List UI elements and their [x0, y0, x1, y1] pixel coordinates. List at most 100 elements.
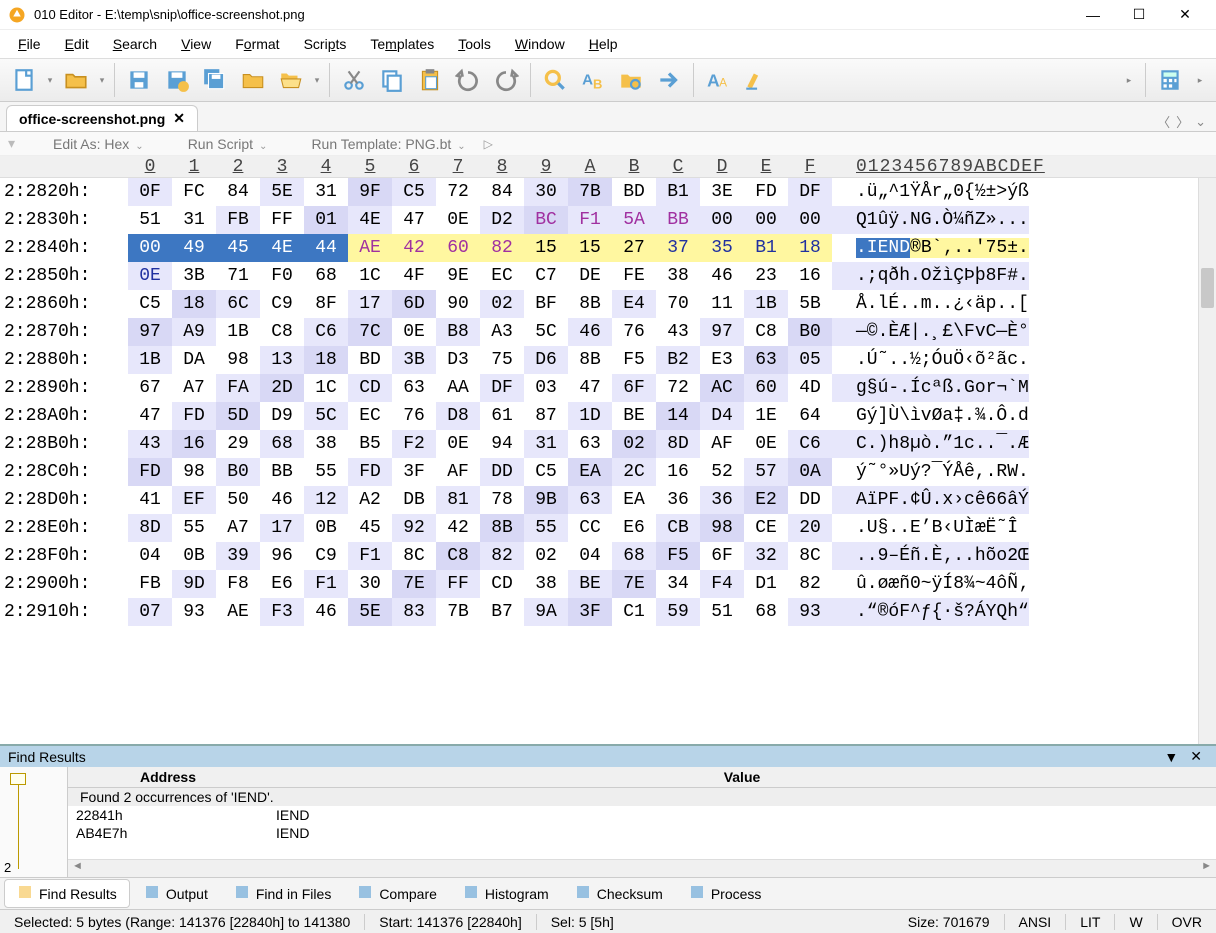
- hex-byte[interactable]: FD: [172, 402, 216, 430]
- hex-byte[interactable]: B5: [348, 430, 392, 458]
- hex-byte[interactable]: 11: [700, 290, 744, 318]
- hex-byte[interactable]: FB: [128, 570, 172, 598]
- hex-byte[interactable]: 0E: [128, 262, 172, 290]
- hex-byte[interactable]: AC: [700, 374, 744, 402]
- hex-byte[interactable]: 81: [436, 486, 480, 514]
- hex-byte[interactable]: DA: [172, 346, 216, 374]
- hex-byte[interactable]: 16: [656, 458, 700, 486]
- hex-byte[interactable]: 1C: [348, 262, 392, 290]
- hex-byte[interactable]: 4E: [348, 206, 392, 234]
- hex-byte[interactable]: 0E: [392, 318, 436, 346]
- hex-byte[interactable]: 1B: [128, 346, 172, 374]
- hex-byte[interactable]: 12: [304, 486, 348, 514]
- hex-byte[interactable]: 0B: [304, 514, 348, 542]
- hex-byte[interactable]: 7C: [348, 318, 392, 346]
- hex-byte[interactable]: 8D: [128, 514, 172, 542]
- hex-ascii[interactable]: g§ú-.Ícªß.Gor¬`M: [832, 374, 1029, 402]
- hex-byte[interactable]: DD: [788, 486, 832, 514]
- hex-byte[interactable]: DD: [480, 458, 524, 486]
- hex-byte[interactable]: C9: [304, 542, 348, 570]
- bottom-tab-histogram[interactable]: Histogram: [451, 880, 561, 907]
- hex-byte[interactable]: 00: [744, 206, 788, 234]
- hex-byte[interactable]: 82: [480, 542, 524, 570]
- hex-byte[interactable]: D1: [744, 570, 788, 598]
- hex-byte[interactable]: 98: [172, 458, 216, 486]
- hex-byte[interactable]: FD: [348, 458, 392, 486]
- hex-byte[interactable]: 72: [436, 178, 480, 206]
- hex-byte[interactable]: 00: [700, 206, 744, 234]
- hex-row[interactable]: 2:2830h:5131FBFF014E470ED2BCF15ABB000000…: [0, 206, 1216, 234]
- hex-byte[interactable]: 5B: [788, 290, 832, 318]
- hex-byte[interactable]: 1B: [216, 318, 260, 346]
- hex-byte[interactable]: 8F: [304, 290, 348, 318]
- hex-byte[interactable]: 87: [524, 402, 568, 430]
- hex-byte[interactable]: A7: [216, 514, 260, 542]
- hex-byte[interactable]: 5C: [524, 318, 568, 346]
- open-folder-button[interactable]: [235, 62, 271, 98]
- hex-byte[interactable]: 0B: [172, 542, 216, 570]
- hex-row[interactable]: 2:2840h:0049454E44AE4260821515273735B118…: [0, 234, 1216, 262]
- tab-list-icon[interactable]: ⌄: [1195, 114, 1206, 130]
- run-template-dropdown[interactable]: Run Template: PNG.bt⌄: [311, 136, 471, 152]
- hex-byte[interactable]: 18: [304, 346, 348, 374]
- menu-search[interactable]: Search: [103, 32, 167, 56]
- hex-byte[interactable]: 6F: [700, 542, 744, 570]
- hex-byte[interactable]: 42: [436, 514, 480, 542]
- hex-byte[interactable]: A7: [172, 374, 216, 402]
- hex-byte[interactable]: C6: [788, 430, 832, 458]
- bottom-tab-find-in-files[interactable]: Find in Files: [222, 880, 343, 907]
- hex-byte[interactable]: 55: [524, 514, 568, 542]
- hex-byte[interactable]: 2D: [260, 374, 304, 402]
- hex-byte[interactable]: 1B: [744, 290, 788, 318]
- hex-col-header[interactable]: B: [612, 157, 656, 177]
- copy-button[interactable]: [374, 62, 410, 98]
- hex-byte[interactable]: BF: [524, 290, 568, 318]
- hex-byte[interactable]: CB: [656, 514, 700, 542]
- hex-ascii[interactable]: Å.lÉ..m..¿‹äp..[: [832, 290, 1029, 318]
- save-all-button[interactable]: [197, 62, 233, 98]
- hex-byte[interactable]: 0E: [436, 206, 480, 234]
- hex-byte[interactable]: 34: [656, 570, 700, 598]
- hex-byte[interactable]: 8B: [568, 346, 612, 374]
- hex-col-header[interactable]: A: [568, 157, 612, 177]
- hex-byte[interactable]: 14: [656, 402, 700, 430]
- replace-button[interactable]: AB: [575, 62, 611, 98]
- hex-byte[interactable]: 23: [744, 262, 788, 290]
- hex-row[interactable]: 2:28D0h:41EF504612A2DB81789B63EA3636E2DD…: [0, 486, 1216, 514]
- toolbar-overflow-2[interactable]: ▸: [1190, 75, 1210, 86]
- hex-byte[interactable]: 0A: [788, 458, 832, 486]
- hex-ascii[interactable]: .“®óF^ƒ{·š?ÁYQh“: [832, 598, 1029, 626]
- hex-byte[interactable]: 15: [568, 234, 612, 262]
- hex-row[interactable]: 2:2890h:67A7FA2D1CCD63AADF03476F72AC604D…: [0, 374, 1216, 402]
- hex-byte[interactable]: A2: [348, 486, 392, 514]
- hex-byte[interactable]: 3B: [392, 346, 436, 374]
- hex-byte[interactable]: 8D: [656, 430, 700, 458]
- hex-byte[interactable]: 30: [348, 570, 392, 598]
- hex-col-header[interactable]: F: [788, 157, 832, 177]
- new-file-dropdown[interactable]: ▾: [44, 75, 56, 86]
- tab-close-icon[interactable]: ✕: [173, 110, 185, 127]
- paste-button[interactable]: [412, 62, 448, 98]
- hex-byte[interactable]: 02: [480, 290, 524, 318]
- hex-byte[interactable]: 63: [568, 430, 612, 458]
- hex-col-header[interactable]: 0: [128, 157, 172, 177]
- font-button[interactable]: AA: [700, 62, 736, 98]
- hex-byte[interactable]: CD: [480, 570, 524, 598]
- hex-byte[interactable]: 00: [128, 234, 172, 262]
- hex-row[interactable]: 2:2820h:0FFC845E319FC57284307BBDB13EFDDF…: [0, 178, 1216, 206]
- hex-byte[interactable]: F1: [348, 542, 392, 570]
- hex-byte[interactable]: 72: [656, 374, 700, 402]
- hex-byte[interactable]: 43: [656, 318, 700, 346]
- hex-row[interactable]: 2:2900h:FB9DF8E6F1307EFFCD38BE7E34F4D182…: [0, 570, 1216, 598]
- hex-byte[interactable]: 94: [480, 430, 524, 458]
- hex-byte[interactable]: 46: [304, 598, 348, 626]
- hex-byte[interactable]: 7E: [612, 570, 656, 598]
- hex-byte[interactable]: CE: [744, 514, 788, 542]
- hex-byte[interactable]: F4: [700, 570, 744, 598]
- find-result-row[interactable]: AB4E7hIEND: [68, 824, 1216, 842]
- hex-row[interactable]: 2:2850h:0E3B71F0681C4F9EECC7DEFE38462316…: [0, 262, 1216, 290]
- status-size[interactable]: Size: 701679: [902, 914, 996, 930]
- hex-byte[interactable]: 43: [128, 430, 172, 458]
- hex-byte[interactable]: 02: [524, 542, 568, 570]
- hex-byte[interactable]: 9B: [524, 486, 568, 514]
